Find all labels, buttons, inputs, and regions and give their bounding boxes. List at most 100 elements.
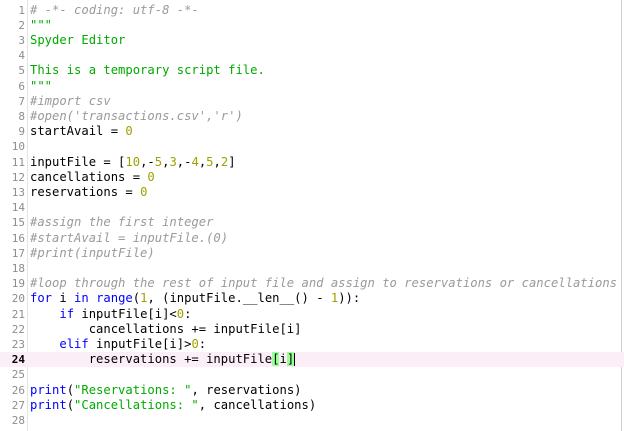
code-text[interactable]: """ (30, 18, 52, 33)
code-text[interactable]: reservations = 0 (30, 185, 147, 200)
line-number: 20 (11, 292, 25, 306)
code-line[interactable]: 3 Spyder Editor (0, 33, 624, 48)
code-text[interactable]: #import csv (30, 94, 111, 109)
code-line[interactable]: 18 (0, 261, 624, 276)
code-line[interactable]: 16 #startAvail = inputFile.(0) (0, 231, 624, 246)
code-line[interactable]: 23 elif inputFile[i]>0: (0, 337, 624, 352)
line-number: 14 (11, 201, 25, 215)
code-text[interactable]: #startAvail = inputFile.(0) (30, 231, 228, 246)
code-text[interactable]: #open('transactions.csv','r') (30, 109, 243, 124)
token-keyword: elif (59, 336, 89, 351)
code-text[interactable]: """ (30, 79, 52, 94)
code-text[interactable]: elif inputFile[i]>0: (30, 337, 206, 352)
token-number: 0 (191, 336, 199, 351)
token-text: reservations += inputFile (30, 352, 273, 367)
code-line[interactable]: 14 (0, 200, 624, 215)
code-text[interactable]: cancellations = 0 (30, 170, 155, 185)
token-text: , (inputFile.__len__() - (147, 291, 331, 306)
token-keyword: range (96, 291, 133, 306)
code-line[interactable]: 17 #print(inputFile) (0, 246, 624, 261)
line-number: 10 (11, 140, 25, 154)
token-text: inputFile[i]< (74, 306, 177, 321)
code-text[interactable]: for i in range(1, (inputFile.__len__() -… (30, 291, 360, 306)
code-line[interactable]: 24 reservations += inputFile[i] (0, 352, 624, 368)
code-line[interactable]: 22 cancellations += inputFile[i] (0, 322, 624, 337)
code-line[interactable]: 15 #assign the first integer (0, 215, 624, 230)
code-text[interactable]: inputFile = [10,-5,3,-4,5,2] (30, 155, 236, 170)
line-number: 12 (11, 170, 25, 184)
code-text[interactable]: #assign the first integer (30, 215, 213, 230)
token-text: , cancellations) (198, 397, 317, 412)
line-number: 9 (18, 125, 25, 139)
code-line[interactable]: 19 #loop through the rest of input file a… (0, 276, 624, 291)
token-comment: #startAvail = inputFile.(0) (30, 230, 229, 245)
code-line[interactable]: 28 (0, 413, 624, 428)
line-number: 18 (11, 261, 25, 275)
code-text[interactable]: startAvail = 0 (30, 124, 133, 139)
token-number: 4 (191, 154, 199, 169)
token-number: 0 (140, 184, 148, 199)
line-number: 3 (18, 33, 25, 47)
token-text: )): (338, 291, 361, 306)
token-number: 10 (125, 154, 141, 169)
token-text: ( (66, 397, 75, 412)
code-line[interactable]: 2 """ (0, 18, 624, 33)
code-line[interactable]: 26 print("Reservations: ", reservations) (0, 383, 624, 398)
code-text[interactable]: #loop through the rest of input file and… (30, 276, 617, 291)
code-line[interactable]: 7 #import csv (0, 94, 624, 109)
token-number: 0 (125, 124, 133, 139)
code-line[interactable]: 1 # -*- coding: utf-8 -*- (0, 3, 624, 18)
code-line[interactable]: 11 inputFile = [10,-5,3,-4,5,2] (0, 155, 624, 170)
line-number: 28 (11, 413, 25, 427)
code-line[interactable]: 13 reservations = 0 (0, 185, 624, 200)
code-text[interactable]: print("Reservations: ", reservations) (30, 383, 302, 398)
token-text: ( (66, 382, 75, 397)
token-text: cancellations = (30, 169, 148, 184)
line-number: 2 (18, 18, 25, 32)
code-line[interactable]: 12 cancellations = 0 (0, 170, 624, 185)
code-line[interactable]: 10 (0, 139, 624, 154)
code-text[interactable]: reservations += inputFile[i] (30, 352, 296, 367)
code-line[interactable]: 25 (0, 367, 624, 382)
code-line[interactable]: 6 """ (0, 79, 624, 94)
code-line[interactable]: 4 (0, 48, 624, 63)
code-text[interactable]: print("Cancellations: ", cancellations) (30, 398, 316, 413)
code-text[interactable]: #print(inputFile) (30, 246, 155, 261)
code-line[interactable]: 20 for i in range(1, (inputFile.__len__()… (0, 291, 624, 306)
code-line[interactable]: 5 This is a temporary script file. (0, 63, 624, 78)
token-bracket: ] (286, 352, 295, 367)
code-line[interactable]: 8 #open('transactions.csv','r') (0, 109, 624, 124)
code-line[interactable]: 9 startAvail = 0 (0, 124, 624, 139)
line-number: 22 (11, 322, 25, 336)
token-string: "Reservations: " (74, 382, 192, 397)
code-text[interactable]: cancellations += inputFile[i] (30, 322, 302, 337)
token-keyword: for (30, 291, 53, 306)
line-number: 23 (11, 337, 25, 351)
code-line[interactable]: 27 print("Cancellations: ", cancellations… (0, 398, 624, 413)
line-number: 19 (11, 277, 25, 291)
token-keyword: if (59, 306, 75, 321)
line-number: 16 (11, 231, 25, 245)
line-number: 24 (11, 353, 25, 367)
line-number: 13 (11, 185, 25, 199)
line-number: 11 (11, 155, 25, 169)
code-text[interactable]: This is a temporary script file. (30, 63, 265, 78)
token-text: ( (132, 291, 141, 306)
token-comment: #assign the first integer (30, 215, 214, 230)
token-string: """ (30, 78, 53, 93)
line-number: 15 (11, 216, 25, 230)
line-number: 6 (18, 79, 25, 93)
token-number: 0 (147, 169, 155, 184)
token-string: "Cancellations: " (74, 397, 199, 412)
code-line[interactable]: 21 if inputFile[i]<0: (0, 307, 624, 322)
code-text[interactable]: if inputFile[i]<0: (30, 307, 191, 322)
code-text[interactable]: # -*- coding: utf-8 -*- (30, 3, 199, 18)
code-text[interactable]: Spyder Editor (30, 33, 125, 48)
line-number: 4 (18, 49, 25, 63)
token-string: Spyder Editor (30, 32, 126, 47)
code-editor[interactable]: 1 # -*- coding: utf-8 -*- 2 """ 3 Spyder Edit… (0, 0, 624, 431)
token-text: ,- (176, 154, 192, 169)
token-text: inputFile = [ (30, 154, 126, 169)
